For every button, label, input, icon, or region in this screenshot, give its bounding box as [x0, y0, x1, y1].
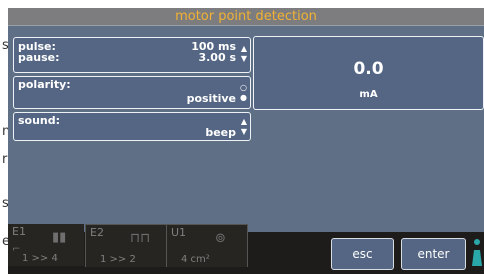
electrode-pair-icon: ⊓⊓ [130, 231, 151, 246]
edge-letter: r [2, 152, 8, 167]
polarity-label: polarity: [18, 78, 71, 91]
current-meter: 0.0 mA [253, 36, 484, 110]
electrode-pair-icon: ▮▮ [52, 230, 67, 245]
slot-sub: 1 >> 4 [22, 253, 58, 264]
sound-label: sound: [18, 114, 61, 127]
page-title: motor point detection [8, 8, 484, 26]
pulse-pause-panel[interactable]: pulse: pause: 100 ms 3.00 s ▲ ▼ [13, 37, 251, 73]
radio-empty-icon[interactable]: ○ [240, 84, 247, 92]
arrow-up-icon[interactable]: ▲ [241, 118, 247, 126]
slot-u1[interactable]: U1 ⊚ 4 cm² [166, 224, 248, 267]
esc-button[interactable]: esc [331, 238, 394, 270]
pause-label: pause: [18, 51, 60, 64]
arrow-up-icon[interactable]: ▲ [241, 45, 247, 53]
arrow-down-icon[interactable]: ▼ [241, 128, 247, 136]
radio-filled-icon[interactable]: ● [240, 94, 247, 102]
slot-sub: 4 cm² [181, 254, 210, 265]
probe-icon: ⊚ [215, 231, 226, 246]
enter-button[interactable]: enter [401, 238, 466, 270]
sound-value: beep [205, 126, 236, 139]
sound-panel[interactable]: sound: beep ▲ ▼ [13, 112, 251, 141]
arrow-down-icon[interactable]: ▼ [241, 55, 247, 63]
person-icon [472, 239, 482, 266]
polarity-value: positive [186, 92, 236, 105]
current-value: 0.0 [353, 59, 384, 79]
current-unit: mA [359, 89, 378, 100]
electrode-icon: ⌐ [12, 244, 21, 255]
slot-e2[interactable]: E2 ⊓⊓ 1 >> 2 [85, 224, 167, 267]
slot-e1[interactable]: E1 ⌐ ▮▮ 1 >> 4 [8, 224, 84, 266]
slot-id: U1 [171, 226, 187, 239]
slot-id: E1 [12, 225, 26, 238]
slot-sub: 1 >> 2 [100, 254, 136, 265]
pause-value: 3.00 s [198, 51, 236, 64]
slot-id: E2 [90, 226, 104, 239]
polarity-panel[interactable]: polarity: positive ○ ● [13, 76, 251, 109]
